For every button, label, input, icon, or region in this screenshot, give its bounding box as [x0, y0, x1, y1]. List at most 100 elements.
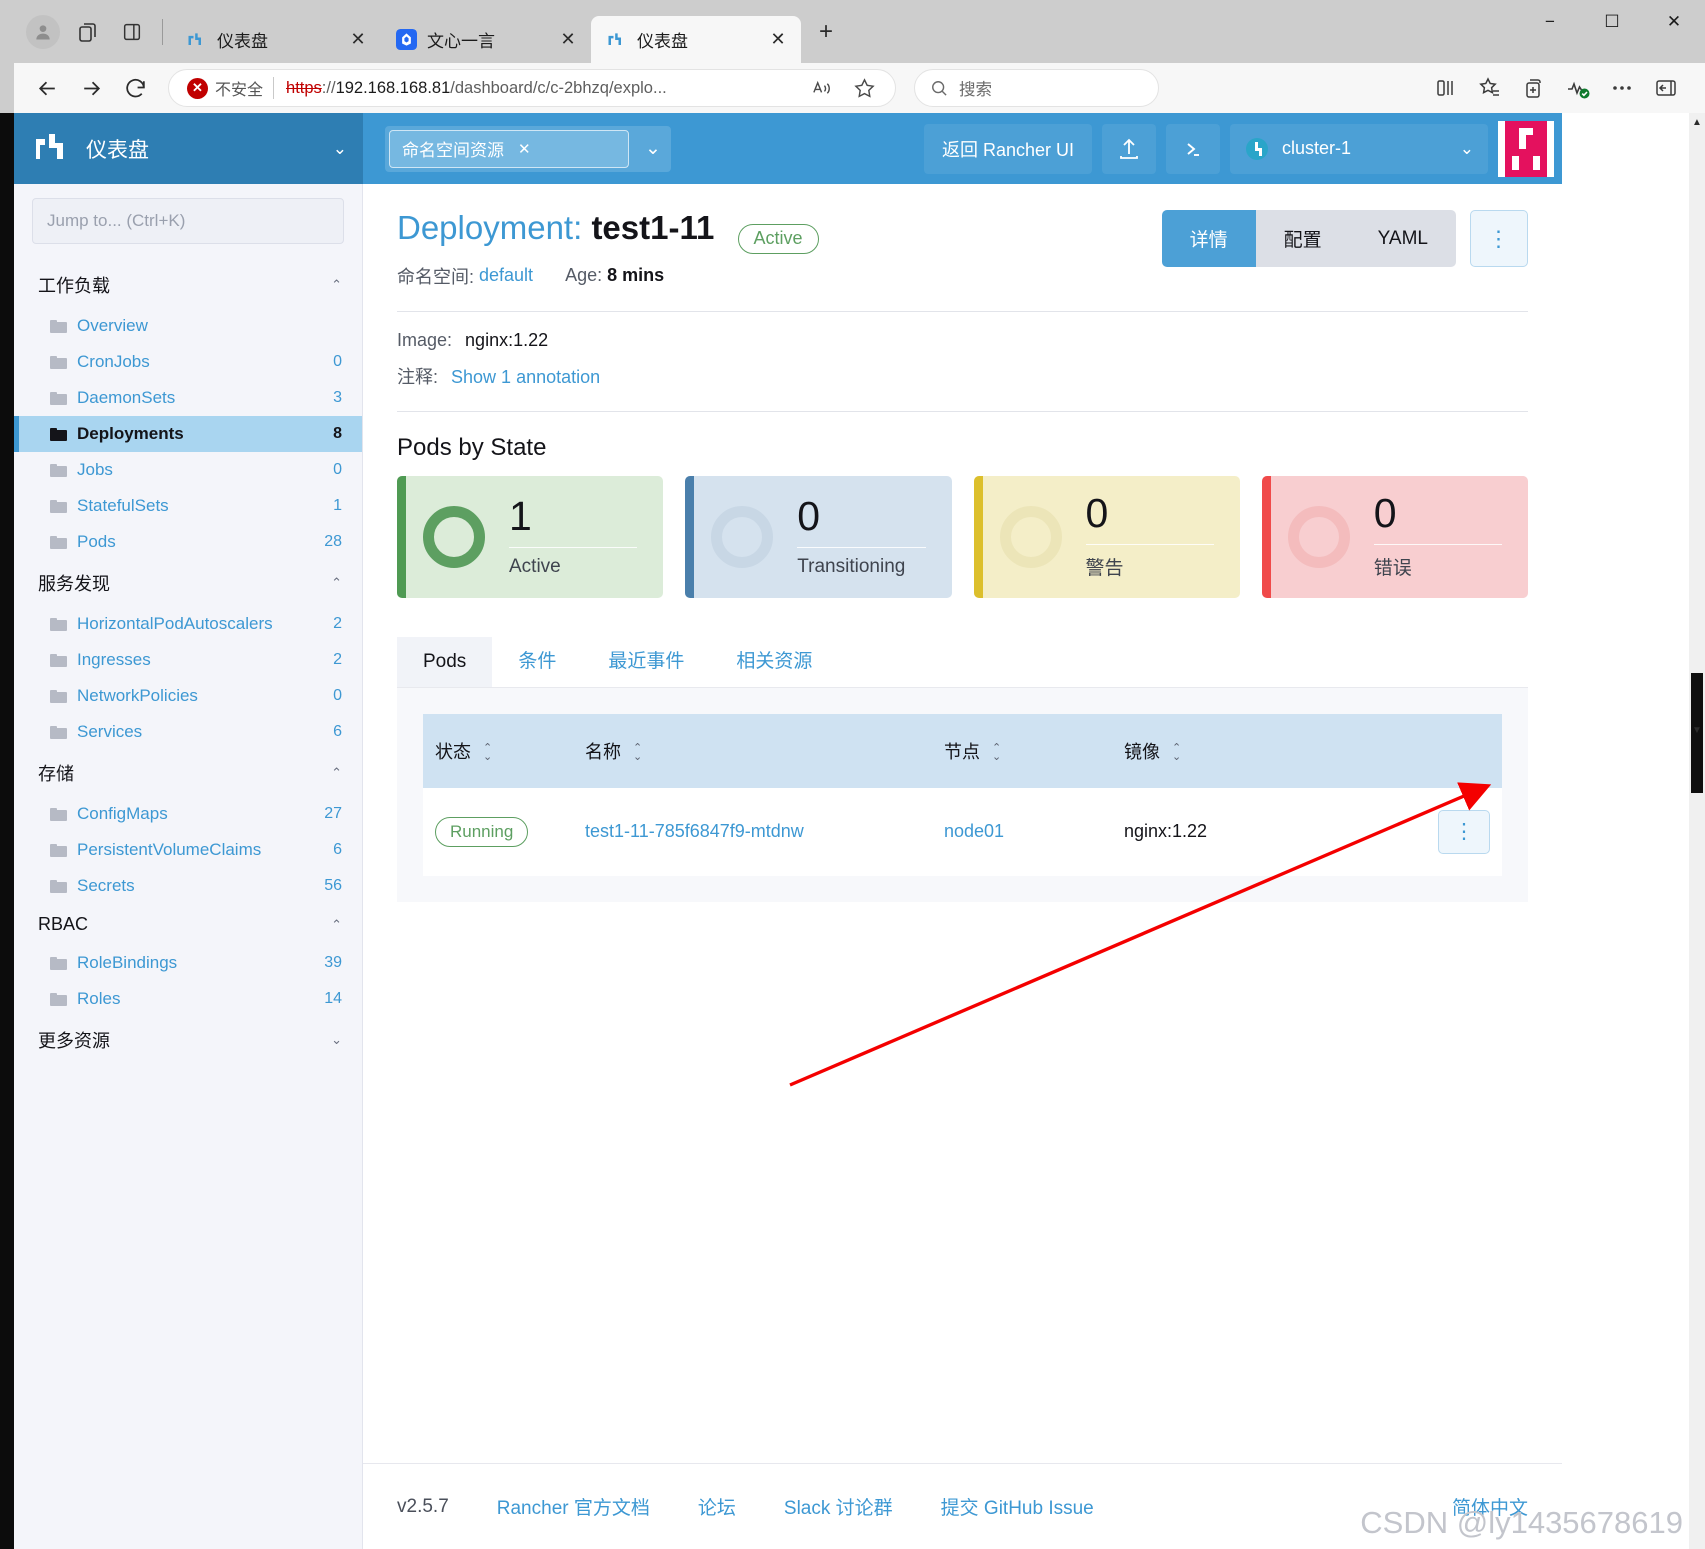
group-label: 服务发现 [38, 574, 110, 594]
chevron-down-icon[interactable]: ⌄ [333, 139, 347, 159]
state-card-transitioning[interactable]: 0 Transitioning [685, 475, 952, 598]
panel-tab-recent-events[interactable]: 最近事件 [582, 632, 710, 687]
panel-tab-related-resources[interactable]: 相关资源 [710, 632, 838, 687]
chevron-down-icon[interactable]: ⌄ [331, 1032, 342, 1048]
tab-yaml[interactable]: YAML [1349, 210, 1456, 267]
tab-config[interactable]: 配置 [1255, 210, 1350, 267]
close-icon[interactable]: ✕ [345, 27, 371, 53]
namespace-filter-pill[interactable]: 命名空间资源 ✕ [389, 129, 629, 168]
sort-icon: ⌃ ⌄ [483, 741, 493, 764]
sidebar-group-rbac[interactable]: RBAC ⌃ [14, 904, 362, 945]
tab-detail[interactable]: 详情 [1161, 210, 1256, 267]
panel-tab-pods[interactable]: Pods [397, 636, 493, 687]
address-bar[interactable]: ✕ 不安全 https://192.168.168.81/dashboard/c… [168, 69, 896, 107]
column-header-image[interactable]: 镜像 ⌃ ⌄ [1112, 713, 1412, 788]
state-card-warning[interactable]: 0 警告 [973, 475, 1240, 598]
sidebar-group-storage[interactable]: 存储 ⌃ [14, 750, 362, 796]
forward-icon[interactable] [72, 69, 110, 107]
annotations-row: 注释: Show 1 annotation [397, 363, 1528, 389]
page-scrollbar[interactable]: ▲ ▼ [1689, 113, 1705, 1549]
sidebar-item-deployments[interactable]: Deployments 8 [14, 416, 362, 452]
browser-tab-1[interactable]: 仪表盘 ✕ [171, 16, 381, 63]
sidebar-item-rolebindings[interactable]: RoleBindings 39 [14, 945, 362, 981]
sidebar-group-service-discovery[interactable]: 服务发现 ⌃ [14, 560, 362, 606]
close-icon[interactable]: ✕ [518, 140, 531, 158]
pod-name-link[interactable]: test1-11-785f6847f9-mtdnw [585, 821, 804, 841]
add-collection-icon[interactable] [1515, 69, 1553, 107]
user-avatar[interactable] [1498, 120, 1554, 177]
sidebar-item-networkpolicies[interactable]: NetworkPolicies 0 [14, 678, 362, 714]
kubectl-shell-button[interactable] [1166, 123, 1220, 174]
insecure-badge[interactable]: ✕ 不安全 [187, 76, 273, 100]
reload-icon[interactable] [116, 69, 154, 107]
namespace-filter[interactable]: 命名空间资源 ✕ ⌄ [385, 125, 671, 172]
maximize-button[interactable]: ☐ [1581, 0, 1643, 44]
sidebar-item-persistentvolumeclaims[interactable]: PersistentVolumeClaims 6 [14, 832, 362, 868]
cluster-selector[interactable]: cluster-1 ⌄ [1230, 123, 1488, 174]
chevron-up-icon[interactable]: ⌃ [331, 765, 342, 781]
sidebar-item-secrets[interactable]: Secrets 56 [14, 868, 362, 904]
column-header-status[interactable]: 状态 ⌃ ⌄ [423, 713, 573, 788]
browser-tab-2[interactable]: 文心一言 ✕ [381, 16, 591, 63]
scroll-down-arrow-icon[interactable]: ▼ [1692, 725, 1702, 736]
table-row[interactable]: Running test1-11-785f6847f9-mtdnw node01… [423, 788, 1502, 876]
sidebar-item-daemonsets[interactable]: DaemonSets 3 [14, 380, 362, 416]
namespace-link[interactable]: default [479, 265, 533, 286]
minimize-button[interactable]: − [1519, 0, 1581, 44]
chevron-up-icon[interactable]: ⌃ [331, 277, 342, 293]
chevron-down-icon[interactable]: ⌄ [1460, 139, 1474, 159]
column-header-name[interactable]: 名称 ⌃ ⌄ [573, 713, 932, 788]
favorites-list-icon[interactable] [1471, 69, 1509, 107]
sidebar-item-pods[interactable]: Pods 28 [14, 524, 362, 560]
sidebar-item-horizontalpodautoscalers[interactable]: HorizontalPodAutoscalers 2 [14, 606, 362, 642]
sidebar-item-overview[interactable]: Overview [14, 308, 362, 344]
browser-tab-3-active[interactable]: 仪表盘 ✕ [591, 16, 801, 63]
sidebar-item-roles[interactable]: Roles 14 [14, 981, 362, 1017]
sidebar-item-configmaps[interactable]: ConfigMaps 27 [14, 796, 362, 832]
profile-avatar[interactable] [26, 14, 60, 49]
tab-collections-icon[interactable] [66, 10, 110, 54]
node-link[interactable]: node01 [944, 821, 1004, 841]
sidebar-item-cronjobs[interactable]: CronJobs 0 [14, 344, 362, 380]
favorite-star-icon[interactable] [845, 69, 883, 107]
back-to-rancher-button[interactable]: 返回 Rancher UI [923, 123, 1092, 174]
new-tab-button[interactable]: + [807, 13, 845, 51]
sidebar-item-label: Pods [77, 532, 116, 551]
search-box[interactable]: 搜索 [914, 69, 1159, 107]
sidebar-item-jobs[interactable]: Jobs 0 [14, 452, 362, 488]
panel-tab-conditions[interactable]: 条件 [492, 632, 582, 687]
scroll-up-arrow-icon[interactable]: ▲ [1692, 117, 1702, 128]
chevron-up-icon[interactable]: ⌃ [331, 575, 342, 591]
sidebar-item-ingresses[interactable]: Ingresses 2 [14, 642, 362, 678]
read-aloud-icon[interactable] [803, 69, 841, 107]
sidebar-group-workloads[interactable]: 工作负载 ⌃ [14, 262, 362, 308]
page-actions-kebab-button[interactable]: ⋮ [1470, 210, 1528, 267]
sidebar-item-services[interactable]: Services 6 [14, 714, 362, 750]
import-yaml-button[interactable] [1102, 123, 1156, 174]
footer-link-forum[interactable]: 论坛 [698, 1493, 736, 1520]
chevron-up-icon[interactable]: ⌃ [331, 917, 342, 933]
chevron-down-icon[interactable]: ⌄ [645, 137, 661, 160]
close-window-button[interactable]: ✕ [1643, 0, 1705, 44]
sidebar-item-statefulsets[interactable]: StatefulSets 1 [14, 488, 362, 524]
back-icon[interactable] [28, 69, 66, 107]
show-annotations-link[interactable]: Show 1 annotation [451, 367, 600, 387]
split-screen-icon[interactable] [110, 10, 154, 54]
footer-link-slack[interactable]: Slack 讨论群 [784, 1493, 893, 1520]
state-card-error[interactable]: 0 错误 [1261, 475, 1528, 598]
split-screen-icon[interactable] [1427, 69, 1465, 107]
more-options-icon[interactable] [1603, 69, 1641, 107]
browser-essentials-icon[interactable] [1559, 69, 1597, 107]
close-icon[interactable]: ✕ [765, 27, 791, 53]
column-header-node[interactable]: 节点 ⌃ ⌄ [932, 713, 1112, 788]
sidebar-item-count: 14 [324, 990, 342, 1007]
close-icon[interactable]: ✕ [555, 27, 581, 53]
row-actions-kebab-button[interactable]: ⋮ [1438, 809, 1490, 854]
jump-to-input[interactable]: Jump to... (Ctrl+K) [32, 198, 344, 244]
footer-link-docs[interactable]: Rancher 官方文档 [497, 1493, 650, 1520]
brand-dropdown[interactable]: 仪表盘 ⌄ [14, 113, 363, 184]
sidebar-group-more-resources[interactable]: 更多资源 ⌄ [14, 1017, 362, 1063]
sidebar-toggle-icon[interactable] [1647, 69, 1685, 107]
state-card-active[interactable]: 1 Active [397, 475, 664, 598]
footer-link-github-issue[interactable]: 提交 GitHub Issue [941, 1493, 1094, 1520]
